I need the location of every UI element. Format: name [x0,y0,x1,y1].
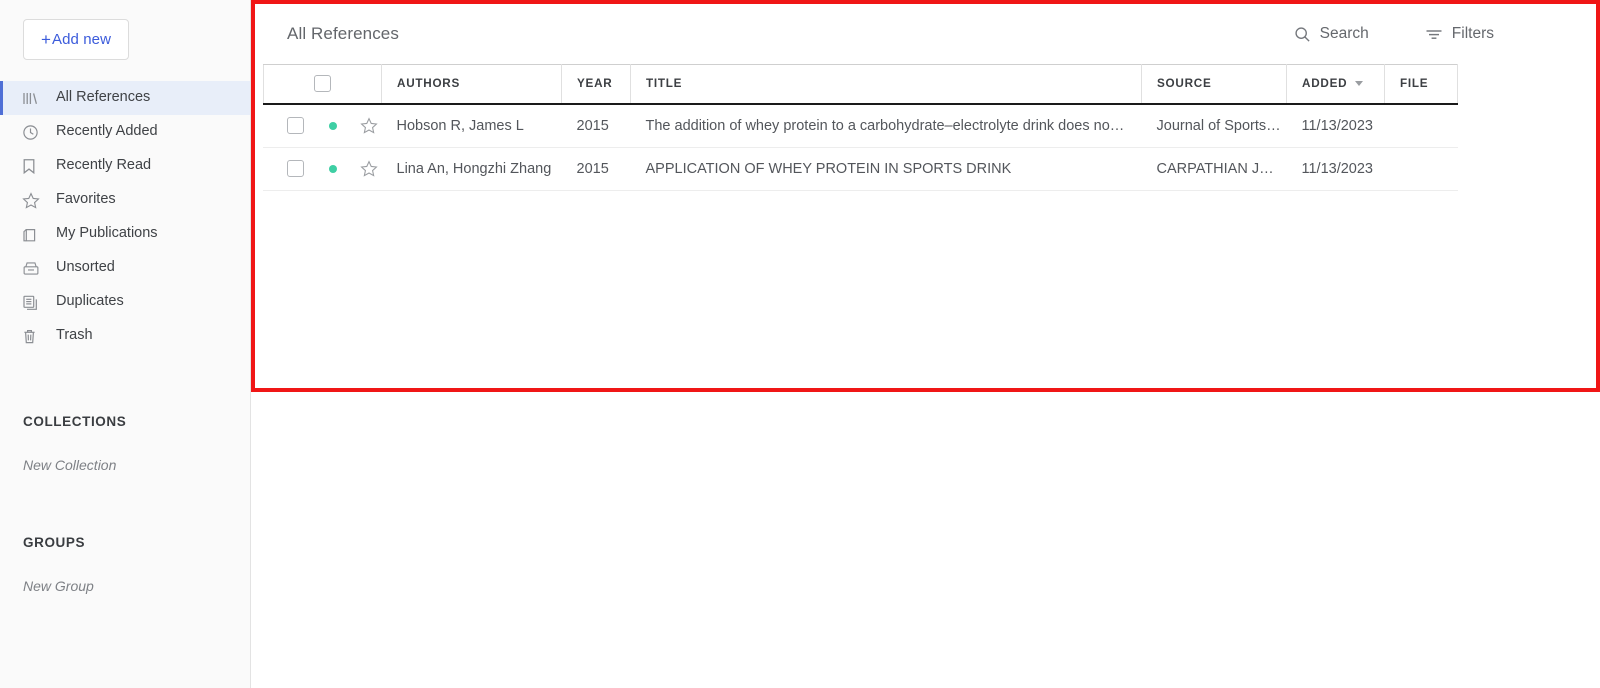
row-flags-cell [311,103,382,148]
cell-year: 2015 [561,103,631,148]
plus-icon: + [40,30,51,49]
collections-heading: COLLECTIONS [23,414,127,429]
column-header-file[interactable]: FILE [1384,64,1458,105]
groups-heading: GROUPS [23,535,86,550]
sort-desc-icon [1355,80,1364,86]
add-new-label: Add new [51,31,112,48]
column-header-select-all[interactable] [263,64,382,105]
filters-label: Filters [1451,25,1494,42]
cell-source: Journal of Sports… [1141,103,1287,148]
select-all-checkbox[interactable] [314,75,331,93]
row-select-cell[interactable] [263,103,312,148]
cell-authors: Hobson R, James L [381,103,562,148]
table-header-row: AUTHORS YEAR TITLE SOURCE ADDED FILE [263,64,1458,105]
add-new-button[interactable]: + Add new [23,19,129,60]
column-header-authors[interactable]: AUTHORS [381,64,562,105]
main-panel: All References Search Filters AUTHORS YE… [251,0,1600,688]
references-toolbar: All References Search Filters [255,4,1596,64]
references-table: AUTHORS YEAR TITLE SOURCE ADDED FILE Hob… [263,64,1458,191]
column-header-title[interactable]: TITLE [630,64,1142,105]
bookmark-icon [22,157,44,175]
cell-file [1384,147,1458,191]
column-header-year[interactable]: YEAR [561,64,631,105]
sidebar-nav: All References Recently Added Recently R… [0,81,250,353]
unread-dot-icon[interactable] [328,121,337,130]
sidebar-item-label: All References [56,89,151,106]
search-label: Search [1319,25,1369,42]
sidebar-item-trash[interactable]: Trash [0,319,250,353]
new-collection-link[interactable]: New Collection [0,457,250,473]
sidebar-item-label: Recently Read [56,157,152,174]
search-icon [1294,26,1311,43]
filters-button[interactable]: Filters [1425,25,1494,43]
cell-source: CARPATHIAN J… [1141,147,1287,191]
sidebar-item-label: My Publications [56,225,158,242]
favorite-star-icon[interactable] [359,160,378,177]
sidebar-item-my-publications[interactable]: My Publications [0,217,250,251]
clock-icon [22,123,44,141]
row-checkbox[interactable] [286,160,304,177]
table-row[interactable]: Lina An, Hongzhi Zhang 2015 APPLICATION … [263,147,1458,191]
sidebar-item-recently-added[interactable]: Recently Added [0,115,250,149]
trash-icon [22,327,44,345]
column-header-added-label: ADDED [1302,77,1348,91]
sidebar-item-duplicates[interactable]: Duplicates [0,285,250,319]
column-header-source[interactable]: SOURCE [1141,64,1287,105]
cell-added: 11/13/2023 [1286,103,1385,148]
unread-dot-icon[interactable] [328,164,337,173]
add-new-wrapper: + Add new [0,0,250,60]
cell-title: APPLICATION OF WHEY PROTEIN IN SPORTS DR… [630,147,1142,191]
sidebar-item-all-references[interactable]: All References [0,81,250,115]
sidebar-item-label: Unsorted [56,259,115,276]
sidebar-item-label: Duplicates [56,293,124,310]
inbox-icon [22,259,44,277]
cell-added: 11/13/2023 [1286,147,1385,191]
cell-year: 2015 [561,147,631,191]
sidebar-item-label: Trash [56,327,93,344]
cell-authors: Lina An, Hongzhi Zhang [381,147,562,191]
sidebar-item-unsorted[interactable]: Unsorted [0,251,250,285]
sidebar-item-label: Recently Added [56,123,158,140]
table-body: Hobson R, James L 2015 The addition of w… [263,103,1458,191]
star-icon [22,191,44,209]
toolbar-actions: Search Filters [1238,25,1596,43]
duplicates-icon [22,293,44,311]
row-flags-cell [311,147,382,191]
filter-icon [1425,27,1443,41]
new-group-link[interactable]: New Group [0,578,250,594]
publications-icon [22,225,44,243]
cell-title: The addition of whey protein to a carboh… [630,103,1142,148]
library-icon [22,89,44,107]
references-panel: All References Search Filters AUTHORS YE… [255,4,1596,388]
cell-file [1384,103,1458,148]
sidebar: + Add new All References Recently Added … [0,0,251,688]
page-title: All References [287,24,399,43]
row-checkbox[interactable] [286,117,304,134]
sidebar-item-favorites[interactable]: Favorites [0,183,250,217]
sidebar-item-recently-read[interactable]: Recently Read [0,149,250,183]
column-header-added[interactable]: ADDED [1286,64,1385,105]
table-header: AUTHORS YEAR TITLE SOURCE ADDED FILE [263,64,1458,105]
table-row[interactable]: Hobson R, James L 2015 The addition of w… [263,103,1458,148]
search-button[interactable]: Search [1294,25,1369,43]
sidebar-item-label: Favorites [56,191,116,208]
row-select-cell[interactable] [263,147,312,191]
favorite-star-icon[interactable] [359,117,378,134]
